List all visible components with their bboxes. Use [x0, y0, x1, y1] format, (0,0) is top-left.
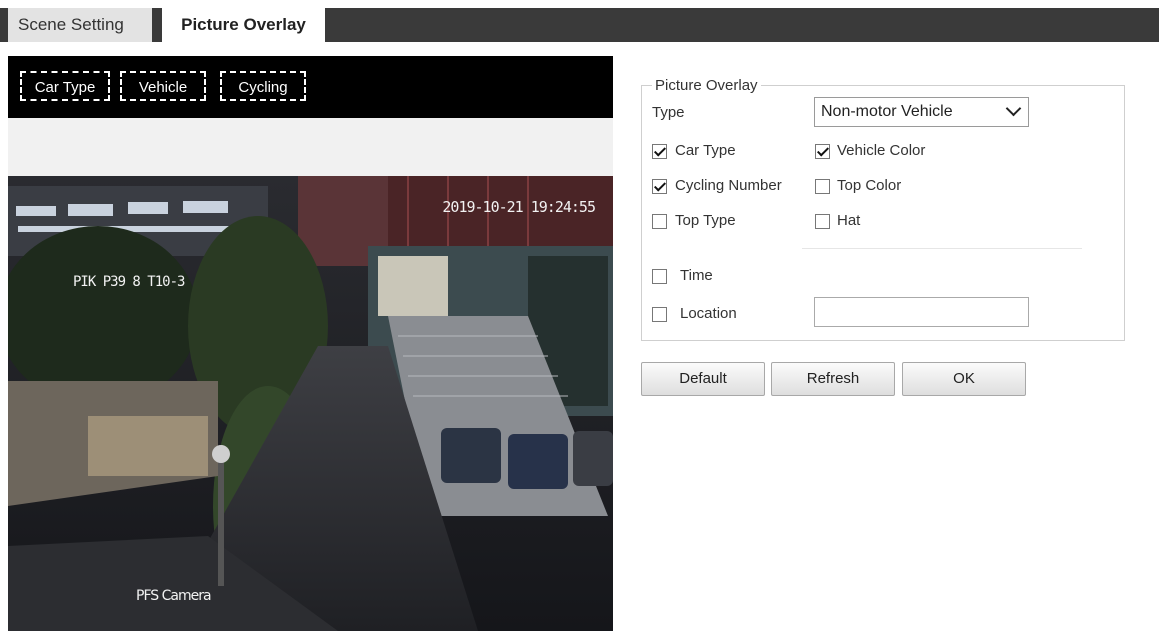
- chevron-down-icon: [1005, 100, 1022, 117]
- preview-gap: [8, 118, 613, 176]
- group-title: Picture Overlay: [652, 77, 761, 94]
- camera-preview: 2019-10-21 19:24:55 PIK P39 8 T10-3 PFS …: [8, 176, 613, 631]
- top-type-checkbox[interactable]: [652, 214, 667, 229]
- hat-checkbox[interactable]: [815, 214, 830, 229]
- camera-name: PFS Camera: [136, 588, 212, 604]
- time-label: Time: [680, 267, 713, 284]
- camera-scene-illustration: [8, 176, 613, 631]
- location-label: Location: [680, 305, 737, 322]
- top-type-label: Top Type: [675, 212, 736, 229]
- ok-button[interactable]: OK: [902, 362, 1026, 396]
- tab-picture-overlay[interactable]: Picture Overlay: [157, 8, 325, 42]
- tab-scene-setting[interactable]: Scene Setting: [8, 8, 152, 42]
- overlay-tag-cycling: Cycling: [220, 71, 306, 101]
- type-label: Type: [652, 104, 685, 121]
- tab-bar: Scene Setting Picture Overlay: [0, 8, 1159, 42]
- overlay-preview-strip: Car Type Vehicle Cycling: [8, 56, 613, 118]
- camera-overlay-text: PIK P39 8 T10-3: [73, 274, 185, 290]
- top-color-label: Top Color: [837, 177, 902, 194]
- car-type-label: Car Type: [675, 142, 736, 159]
- picture-overlay-group: Picture Overlay Type Non-motor Vehicle C…: [641, 77, 1125, 341]
- location-input[interactable]: [814, 297, 1029, 327]
- cycling-number-checkbox[interactable]: [652, 179, 667, 194]
- type-select[interactable]: Non-motor Vehicle: [814, 97, 1029, 127]
- divider: [802, 248, 1082, 249]
- cycling-number-label: Cycling Number: [675, 177, 782, 194]
- location-checkbox[interactable]: [652, 307, 667, 322]
- vehicle-color-checkbox[interactable]: [815, 144, 830, 159]
- type-select-value: Non-motor Vehicle: [821, 103, 953, 120]
- camera-timestamp: 2019-10-21 19:24:55: [442, 198, 596, 216]
- car-type-checkbox[interactable]: [652, 144, 667, 159]
- overlay-tag-vehicle: Vehicle: [120, 71, 206, 101]
- time-checkbox[interactable]: [652, 269, 667, 284]
- overlay-tag-car-type: Car Type: [20, 71, 110, 101]
- hat-label: Hat: [837, 212, 861, 229]
- refresh-button[interactable]: Refresh: [771, 362, 895, 396]
- top-color-checkbox[interactable]: [815, 179, 830, 194]
- default-button[interactable]: Default: [641, 362, 765, 396]
- vehicle-color-label: Vehicle Color: [837, 142, 926, 159]
